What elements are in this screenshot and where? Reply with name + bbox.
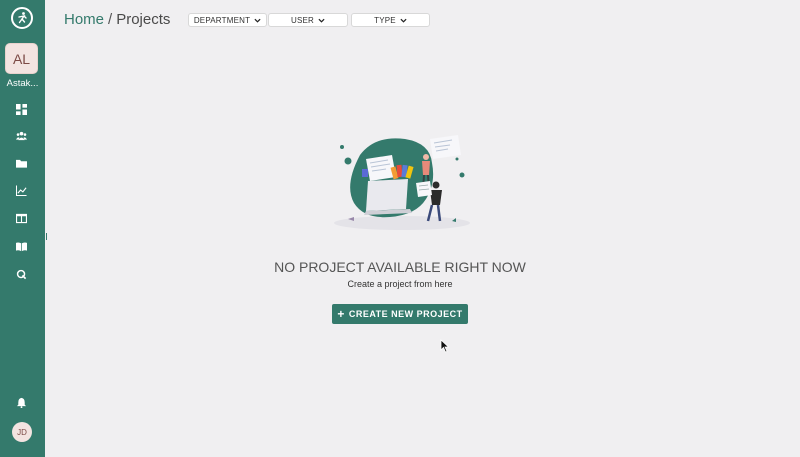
book-icon[interactable] [15, 240, 28, 253]
folder-icon[interactable] [15, 157, 28, 170]
mouse-cursor-icon [440, 339, 450, 353]
user-avatar[interactable]: JD [12, 422, 32, 442]
workspace-avatar[interactable]: AL [5, 43, 38, 74]
runner-logo-icon [18, 12, 27, 24]
chevron-down-icon [400, 18, 407, 23]
user-filter-label: USER [290, 15, 315, 25]
bell-icon[interactable] [15, 396, 28, 409]
plus-icon: + [337, 307, 345, 321]
dashboard-icon[interactable] [15, 103, 28, 116]
chart-icon[interactable] [15, 184, 28, 197]
breadcrumb-current: Projects [116, 11, 171, 28]
sidebar: AL Astak... JD [0, 0, 45, 457]
type-filter-label: TYPE [374, 15, 396, 25]
type-filter[interactable]: TYPE [351, 13, 430, 27]
user-filter[interactable]: USER [268, 13, 348, 27]
chevron-down-icon [254, 18, 261, 23]
department-filter-label: DEPARTMENT [193, 15, 251, 25]
people-icon[interactable] [15, 129, 28, 142]
empty-state-illustration [334, 135, 470, 230]
app-logo[interactable] [11, 7, 33, 29]
department-filter[interactable]: DEPARTMENT [188, 13, 267, 27]
create-new-project-label: CREATE NEW PROJECT [348, 309, 463, 319]
breadcrumb: Home / Projects [64, 11, 170, 28]
workspace-name: Astak... [6, 78, 39, 89]
sidebar-collapse-handle[interactable] [46, 233, 47, 240]
workspace-initials: AL [12, 50, 31, 67]
empty-state-subtitle: Create a project from here [347, 279, 453, 289]
q-icon[interactable] [15, 268, 28, 281]
table-icon[interactable] [15, 212, 28, 225]
empty-state-title: NO PROJECT AVAILABLE RIGHT NOW [274, 259, 526, 275]
chevron-down-icon [318, 18, 325, 23]
breadcrumb-separator: / [108, 11, 113, 28]
create-new-project-button[interactable]: + CREATE NEW PROJECT [332, 304, 468, 324]
breadcrumb-home-link[interactable]: Home [64, 11, 104, 28]
user-initials: JD [17, 427, 27, 437]
